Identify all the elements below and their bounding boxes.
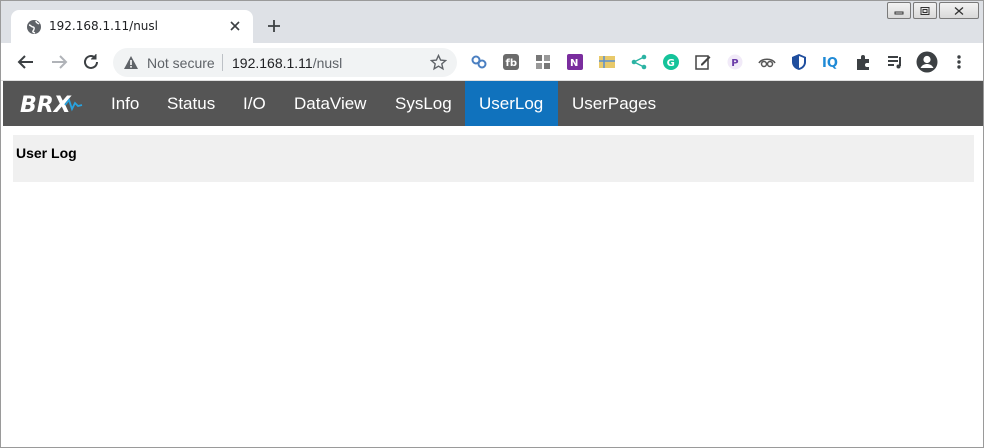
p-icon[interactable]: P [726, 53, 744, 71]
iq-icon[interactable]: IQ [822, 53, 840, 71]
divider [222, 54, 223, 71]
tab-strip: 192.168.1.11/nusl [1, 1, 983, 43]
page-title: User Log [16, 145, 77, 161]
menu-kebab-icon[interactable] [950, 53, 968, 71]
nav-item-info[interactable]: Info [97, 81, 153, 126]
warning-icon[interactable] [123, 55, 139, 70]
onenote-icon[interactable]: N [566, 53, 584, 71]
svg-text:P: P [731, 58, 738, 69]
nav-item-userpages[interactable]: UserPages [558, 81, 670, 126]
link-icon[interactable] [470, 53, 488, 71]
svg-text:N: N [570, 58, 578, 69]
security-label[interactable]: Not secure [147, 55, 215, 71]
tab-title: 192.168.1.11/nusl [49, 19, 158, 33]
close-tab-icon[interactable] [227, 18, 243, 34]
address-bar[interactable]: Not secure 192.168.1.11/nusl [113, 48, 457, 77]
brx-logo[interactable]: BRX [19, 90, 85, 118]
media-icon[interactable] [886, 53, 904, 71]
shield-icon[interactable] [790, 53, 808, 71]
url-host: 192.168.1.11 [232, 55, 313, 71]
nav-item-userlog[interactable]: UserLog [465, 81, 558, 126]
bookmark-star-icon[interactable] [429, 53, 448, 71]
grammarly-icon[interactable]: G [662, 53, 680, 71]
browser-tab[interactable]: 192.168.1.11/nusl [11, 10, 253, 43]
browser-window: 192.168.1.11/nusl Not secure 192.168.1.1… [0, 0, 984, 448]
url-path: /nusl [312, 55, 343, 71]
logo-text: BRX [20, 93, 72, 118]
qr-icon[interactable] [534, 53, 552, 71]
map-icon[interactable] [598, 53, 616, 71]
app-nav-bar: BRX Info Status I/O DataView SysLog User… [3, 81, 983, 126]
restore-button[interactable] [913, 2, 937, 19]
share-icon[interactable] [630, 53, 648, 71]
svg-text:fb: fb [506, 58, 518, 69]
reload-icon[interactable] [80, 51, 102, 73]
minimize-button[interactable] [887, 2, 911, 19]
back-arrow-icon[interactable] [15, 51, 37, 73]
nav-item-status[interactable]: Status [153, 81, 229, 126]
new-tab-icon[interactable] [265, 17, 283, 35]
nav-item-dataview[interactable]: DataView [280, 81, 380, 126]
edit-icon[interactable] [694, 53, 712, 71]
user-log-panel: User Log [13, 135, 974, 182]
eye-icon[interactable] [758, 53, 776, 71]
svg-text:G: G [667, 58, 675, 69]
close-window-button[interactable] [939, 2, 979, 19]
nav-item-syslog[interactable]: SysLog [381, 81, 466, 126]
fb-icon[interactable]: fb [502, 53, 520, 71]
browser-toolbar: Not secure 192.168.1.11/nusl fb N G P IQ [1, 43, 983, 81]
url-text[interactable]: 192.168.1.11/nusl [232, 55, 342, 71]
nav-item-io[interactable]: I/O [229, 81, 280, 126]
puzzle-icon[interactable] [854, 53, 872, 71]
svg-text:IQ: IQ [822, 56, 838, 71]
forward-arrow-icon[interactable] [48, 51, 70, 73]
profile-avatar-icon[interactable] [916, 51, 938, 73]
globe-icon [26, 19, 42, 35]
